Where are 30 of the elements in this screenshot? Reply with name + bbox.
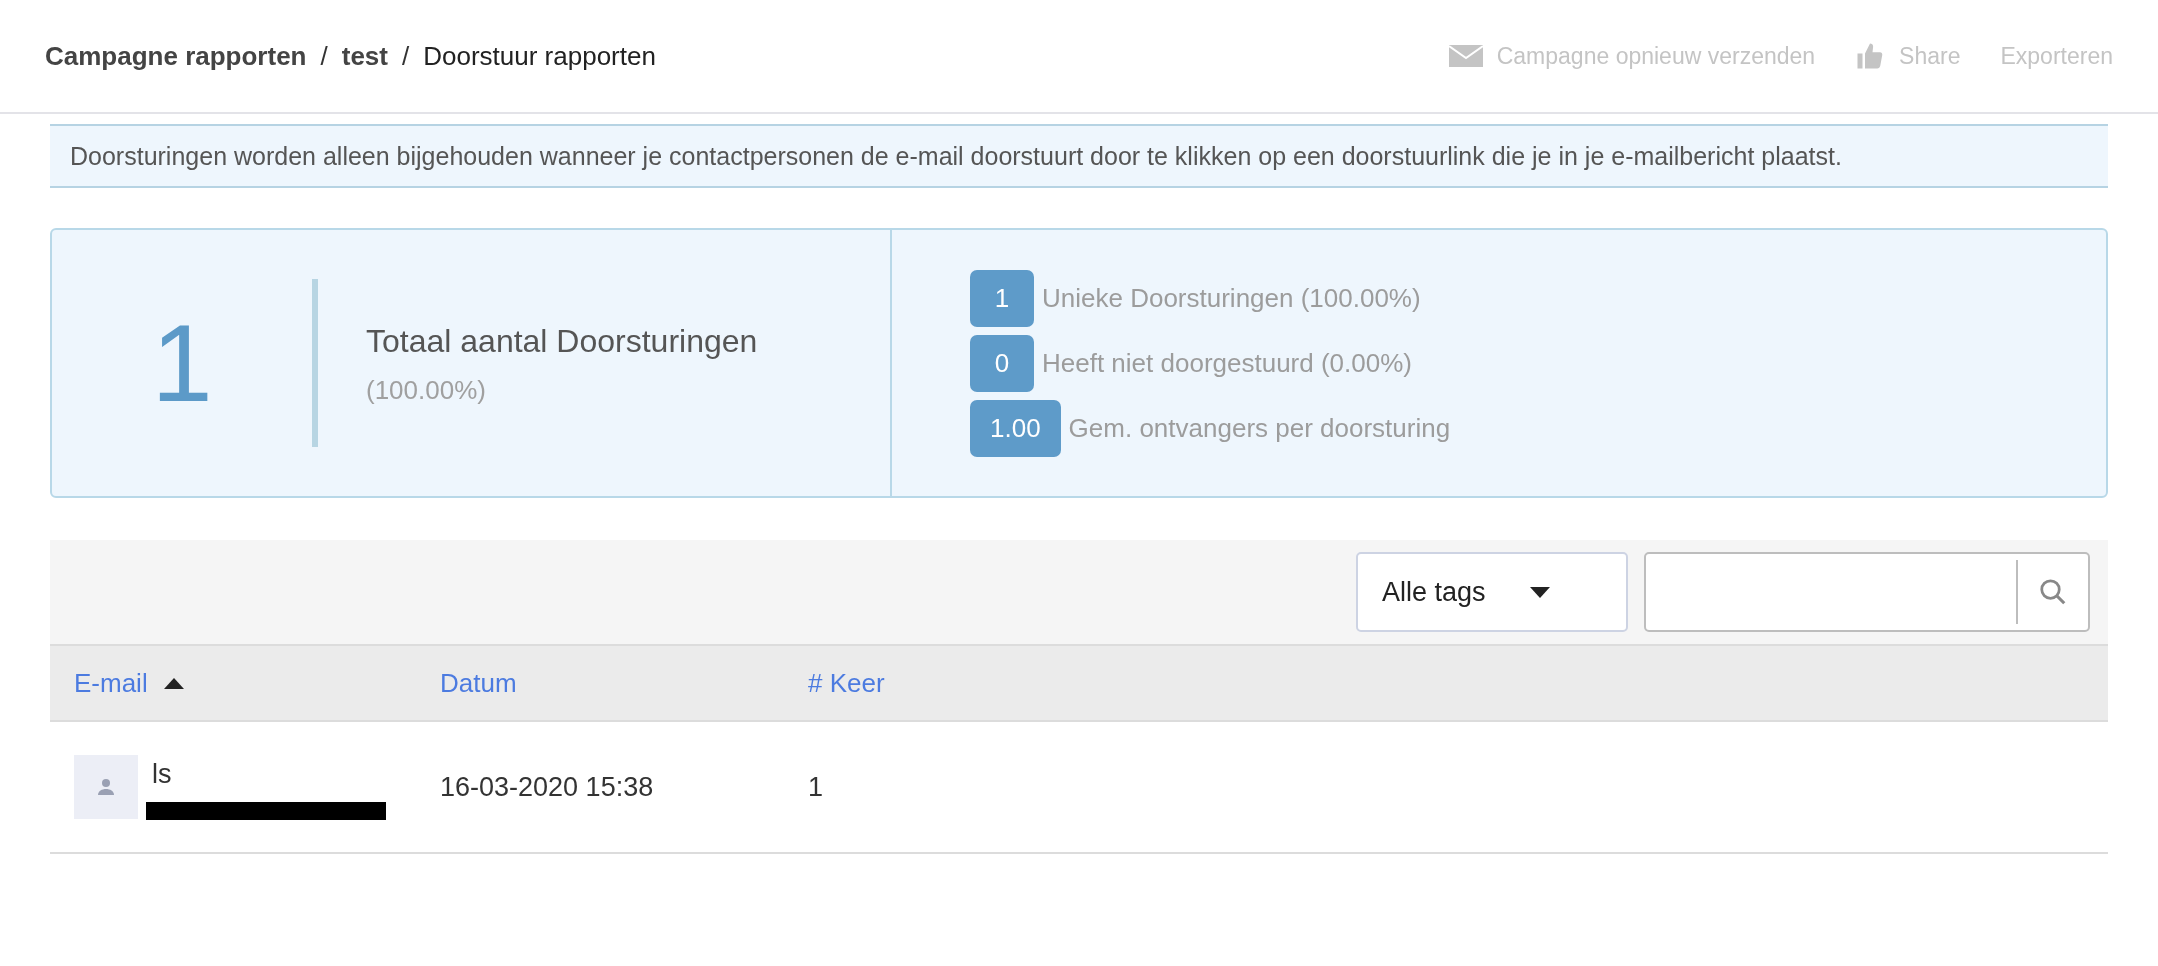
date-cell-text: 16-03-2020 15:38 [440,770,655,804]
breadcrumb-current: Doorstuur rapporten [423,39,656,73]
breadcrumb-link[interactable]: Campagne rapporten [45,36,307,76]
info-notice: Doorsturingen worden alleen bijgehouden wanneer je contactpersonen de e-mail doorstuurt door te klikken op een doorstuurlink die je in je e-mailbericht plaatst. [50,124,2108,188]
contact-name: ls [152,757,173,791]
column-header[interactable]: # Keer [808,663,885,703]
column-header[interactable]: Datum [440,663,517,703]
breadcrumb-link[interactable]: test [341,36,388,76]
stat-label: Unieke Doorsturingen (100.00%) [1042,281,1421,315]
share-button[interactable]: Share [1855,38,1961,74]
search-icon [2038,577,2068,607]
export-button[interactable]: Exporteren [2000,38,2113,74]
resend-button[interactable]: Campagne opnieuw verzenden [1448,38,1816,74]
column-header[interactable]: E-mail [74,663,184,703]
stat-badge: 0 [970,334,1034,392]
stat-label: Heeft niet doorgestuurd (0.00%) [1042,346,1412,380]
total-percent: (100.00%) [366,373,487,407]
stat-badge: 1.00 [970,399,1061,457]
sort-ascending-icon [163,677,184,689]
stat-badge: 1 [970,269,1034,327]
total-label: Totaal aantal Doorsturingen [366,321,758,361]
total-count: 1 [150,308,214,418]
count-cell-text: 1 [808,770,824,804]
stat-label: Gem. ontvangers per doorsturing [1068,411,1451,445]
envelope-icon [1448,45,1483,67]
breadcrumb-separator: / [402,39,410,73]
breadcrumb-separator: / [320,39,328,73]
caret-icon [1529,586,1550,598]
tag-select[interactable]: Alle tags [1356,552,1628,632]
search-field[interactable] [1644,552,2090,632]
